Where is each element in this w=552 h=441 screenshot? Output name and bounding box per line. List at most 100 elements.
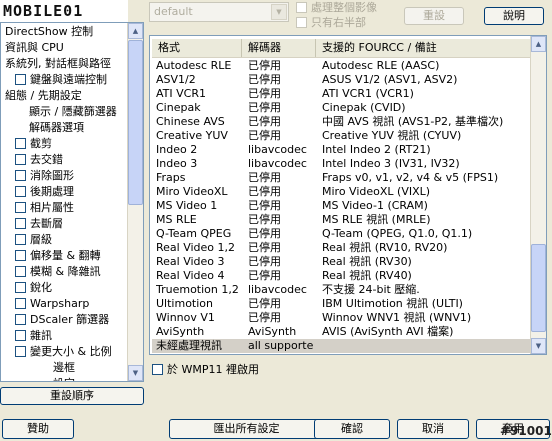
table-row[interactable]: AviSynth AviSynth AVIS (AviSynth AVI 檔案): [152, 325, 530, 339]
sidebar-item[interactable]: DScaler 篩選器: [15, 312, 109, 328]
cell-decoder[interactable]: 已停用: [248, 171, 314, 185]
sidebar-item[interactable]: 設定: [53, 376, 75, 381]
cell-decoder[interactable]: 已停用: [248, 199, 314, 213]
cell-decoder[interactable]: 已停用: [248, 255, 314, 269]
reset-order-button[interactable]: 重設順序: [0, 387, 144, 405]
table-row[interactable]: Truemotion 1,2 libavcodec 不支援 24-bit 壓縮.: [152, 283, 530, 297]
cell-decoder[interactable]: all supported: [248, 339, 314, 353]
table-scrollbar[interactable]: ▲ ▼: [530, 36, 546, 354]
sidebar-item-checkbox[interactable]: [15, 330, 26, 341]
sidebar-item-checkbox[interactable]: [15, 250, 26, 261]
cell-decoder[interactable]: 已停用: [248, 73, 314, 87]
cell-decoder[interactable]: libavcodec: [248, 143, 314, 157]
sidebar-scrollbar[interactable]: ▲ ▼: [127, 23, 143, 381]
preset-select[interactable]: default ▼: [149, 2, 289, 22]
donate-button[interactable]: 贊助: [2, 419, 74, 439]
sidebar-item[interactable]: 偏移量 & 翻轉: [15, 248, 101, 264]
cell-decoder[interactable]: AviSynth: [248, 325, 314, 339]
sidebar-item[interactable]: 邊框: [53, 360, 75, 376]
table-row[interactable]: 未經處理視訊 all supported: [152, 339, 530, 353]
sidebar-item[interactable]: 後期處理: [15, 184, 74, 200]
cancel-button[interactable]: 取消: [397, 419, 469, 439]
sidebar-item-checkbox[interactable]: [15, 346, 26, 357]
sidebar-item[interactable]: 資訊與 CPU: [5, 40, 64, 56]
sidebar-item[interactable]: 模糊 & 降雜訊: [15, 264, 101, 280]
wmp11-checkbox[interactable]: 於 WMP11 裡啟用: [152, 363, 259, 377]
sidebar-item-checkbox[interactable]: [15, 266, 26, 277]
sidebar-item[interactable]: 消除圖形: [15, 168, 74, 184]
cell-decoder[interactable]: 已停用: [248, 269, 314, 283]
sidebar-item[interactable]: 解碼器選項: [29, 120, 84, 136]
table-row[interactable]: Winnov V1 已停用 Winnov WNV1 視訊 (WNV1): [152, 311, 530, 325]
table-row[interactable]: Creative YUV 已停用 Creative YUV 視訊 (CYUV): [152, 129, 530, 143]
cell-decoder[interactable]: 已停用: [248, 87, 314, 101]
sidebar-item[interactable]: 顯示 / 隱藏篩選器: [29, 104, 117, 120]
scroll-down-icon[interactable]: ▼: [128, 365, 143, 381]
table-row[interactable]: Cinepak 已停用 Cinepak (CVID): [152, 101, 530, 115]
sidebar-item[interactable]: DirectShow 控制: [5, 24, 93, 40]
table-row[interactable]: Real Video 1,2 已停用 Real 視訊 (RV10, RV20): [152, 241, 530, 255]
table-row[interactable]: Chinese AVS 已停用 中國 AVS 視訊 (AVS1-P2, 基準檔次): [152, 115, 530, 129]
table-row[interactable]: ASV1/2 已停用 ASUS V1/2 (ASV1, ASV2): [152, 73, 530, 87]
sidebar-item[interactable]: 層級: [15, 232, 52, 248]
sidebar-item[interactable]: 系統列, 對話框與路徑: [5, 56, 111, 72]
checkbox-box[interactable]: [152, 364, 163, 375]
sidebar-item-checkbox[interactable]: [15, 314, 26, 325]
table-row[interactable]: Real Video 4 已停用 Real 視訊 (RV40): [152, 269, 530, 283]
cell-decoder[interactable]: 已停用: [248, 213, 314, 227]
cell-decoder[interactable]: 已停用: [248, 241, 314, 255]
sidebar-item-checkbox[interactable]: [15, 298, 26, 309]
sidebar-item-checkbox[interactable]: [15, 234, 26, 245]
sidebar-item-checkbox[interactable]: [15, 218, 26, 229]
sidebar-item[interactable]: 變更大小 & 比例: [15, 344, 112, 360]
sidebar-item[interactable]: 鍵盤與遠端控制: [15, 72, 107, 88]
sidebar-item-checkbox[interactable]: [15, 186, 26, 197]
table-row[interactable]: Miro VideoXL 已停用 Miro VideoXL (VIXL): [152, 185, 530, 199]
column-header-decoder[interactable]: 解碼器: [242, 39, 316, 57]
reset-button[interactable]: 重設: [404, 7, 464, 25]
sidebar-item-checkbox[interactable]: [15, 170, 26, 181]
sidebar-item[interactable]: 組態 / 先期設定: [5, 88, 82, 104]
table-row[interactable]: Autodesc RLE 已停用 Autodesc RLE (AASC): [152, 59, 530, 73]
sidebar-item[interactable]: Warpsharp: [15, 296, 89, 312]
right-half-checkbox[interactable]: 只有右半部: [296, 16, 366, 30]
sidebar-item-checkbox[interactable]: [15, 74, 26, 85]
cell-decoder[interactable]: 已停用: [248, 115, 314, 129]
sidebar-scroll-thumb[interactable]: [128, 40, 143, 205]
table-row[interactable]: ATI VCR1 已停用 ATI VCR1 (VCR1): [152, 87, 530, 101]
table-row[interactable]: Ultimotion 已停用 IBM Ultimotion 視訊 (ULTI): [152, 297, 530, 311]
export-settings-button[interactable]: 匯出所有設定: [169, 419, 324, 439]
help-button[interactable]: 說明: [484, 7, 544, 25]
cell-decoder[interactable]: 已停用: [248, 101, 314, 115]
column-header-fourcc[interactable]: 支援的 FOURCC / 備註: [316, 39, 530, 57]
scroll-up-icon[interactable]: ▲: [531, 36, 546, 52]
cell-decoder[interactable]: 已停用: [248, 59, 314, 73]
cell-decoder[interactable]: 已停用: [248, 297, 314, 311]
table-row[interactable]: MS RLE 已停用 MS RLE 視訊 (MRLE): [152, 213, 530, 227]
cell-decoder[interactable]: 已停用: [248, 185, 314, 199]
cell-decoder[interactable]: 已停用: [248, 129, 314, 143]
cell-decoder[interactable]: 已停用: [248, 311, 314, 325]
checkbox-box[interactable]: [296, 17, 307, 28]
sidebar-item-checkbox[interactable]: [15, 154, 26, 165]
table-scroll-thumb[interactable]: [531, 244, 546, 332]
sidebar-item[interactable]: 雜訊: [15, 328, 52, 344]
ok-button[interactable]: 確認: [314, 419, 390, 439]
sidebar-item-checkbox[interactable]: [15, 282, 26, 293]
sidebar-item[interactable]: 相片屬性: [15, 200, 74, 216]
table-row[interactable]: Indeo 2 libavcodec Intel Indeo 2 (RT21): [152, 143, 530, 157]
sidebar-item[interactable]: 去斷層: [15, 216, 63, 232]
sidebar-item[interactable]: 銳化: [15, 280, 52, 296]
table-row[interactable]: Q-Team QPEG 已停用 Q-Team (QPEG, Q1.0, Q1.1): [152, 227, 530, 241]
sidebar-item-checkbox[interactable]: [15, 202, 26, 213]
scroll-up-icon[interactable]: ▲: [128, 23, 143, 39]
table-row[interactable]: Real Video 3 已停用 Real 視訊 (RV30): [152, 255, 530, 269]
chevron-down-icon[interactable]: ▼: [271, 4, 287, 20]
table-row[interactable]: Fraps 已停用 Fraps v0, v1, v2, v4 & v5 (FPS1): [152, 171, 530, 185]
sidebar-item[interactable]: 去交錯: [15, 152, 63, 168]
scroll-down-icon[interactable]: ▼: [531, 338, 546, 354]
cell-decoder[interactable]: 已停用: [248, 227, 314, 241]
sidebar-item-checkbox[interactable]: [15, 138, 26, 149]
cell-decoder[interactable]: libavcodec: [248, 157, 314, 171]
sidebar-item[interactable]: 截剪: [15, 136, 52, 152]
